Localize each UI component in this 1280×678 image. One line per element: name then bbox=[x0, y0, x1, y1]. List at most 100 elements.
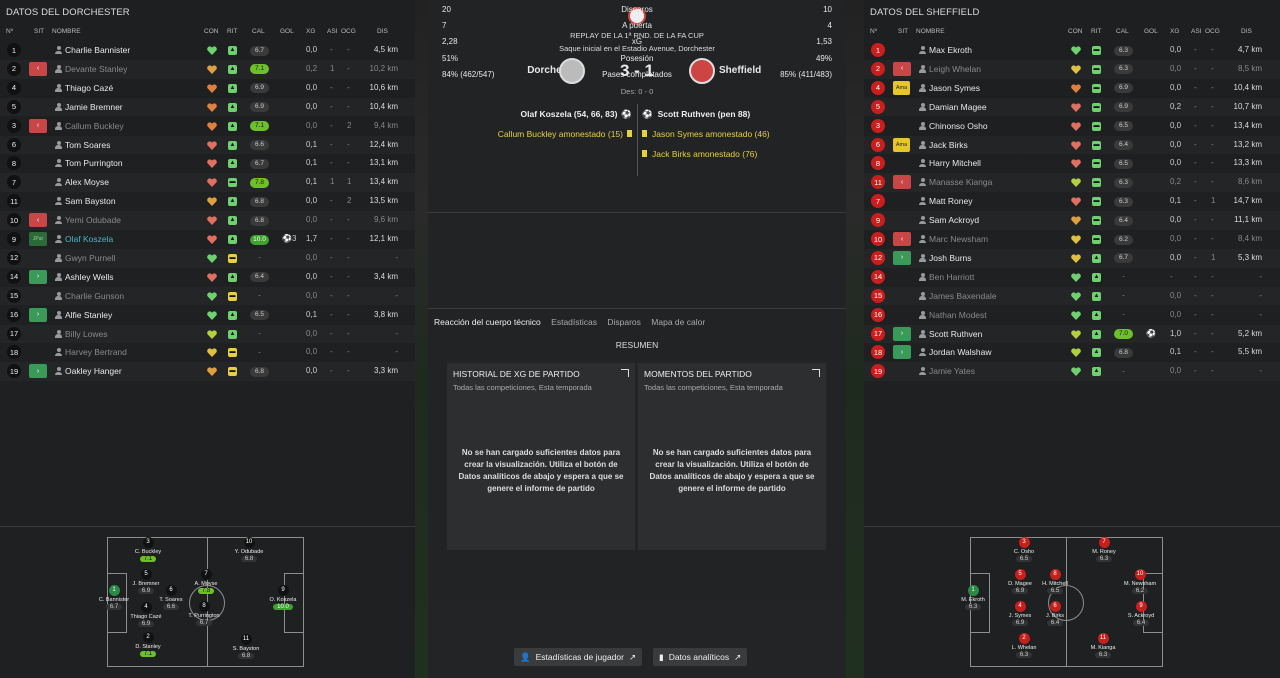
pitch-player[interactable]: 1 M. Ekroth 6.3 bbox=[948, 585, 998, 610]
player-name[interactable]: Billy Lowes bbox=[65, 329, 108, 339]
player-name[interactable]: Josh Burns bbox=[929, 253, 972, 263]
player-row[interactable]: 14 › Ashley Wells ▲ 6.4 0,0- -3,4 km bbox=[0, 268, 415, 287]
player-profile-icon[interactable] bbox=[919, 102, 926, 111]
player-row[interactable]: 7 Matt Roney ▬ 6.3 0,1-1 14,7 km bbox=[864, 192, 1280, 211]
col-ocg[interactable]: OCG bbox=[341, 28, 356, 35]
player-row[interactable]: 7 Alex Moyse ▬ 7.8 0,1 1 1 13,4 km bbox=[0, 173, 415, 192]
player-name[interactable]: Harry Mitchell bbox=[929, 158, 981, 168]
player-row[interactable]: 12 › Josh Burns ▲ 6.7 0,0-1 5,3 km bbox=[864, 249, 1280, 268]
player-row[interactable]: 4 Ama Jason Symes ▬ 6.9 0,0- -10,4 km bbox=[864, 79, 1280, 98]
col-con[interactable]: CON bbox=[1068, 28, 1082, 35]
player-profile-icon[interactable] bbox=[55, 140, 62, 149]
player-name[interactable]: Ben Harriott bbox=[929, 272, 974, 282]
player-profile-icon[interactable] bbox=[55, 102, 62, 111]
pitch-player[interactable]: 3 C. Buckley 7.1 bbox=[123, 537, 173, 562]
player-row[interactable]: 3 Chinonso Osho ▬ 6.5 0,0- -13,4 km bbox=[864, 117, 1280, 136]
player-profile-icon[interactable] bbox=[55, 83, 62, 92]
player-profile-icon[interactable] bbox=[919, 272, 926, 281]
player-name[interactable]: Tom Soares bbox=[65, 140, 110, 150]
player-name[interactable]: Jamie Yates bbox=[929, 366, 975, 376]
player-profile-icon[interactable] bbox=[55, 197, 62, 206]
col-gol[interactable]: GOL bbox=[1144, 28, 1158, 35]
player-row[interactable]: 8 Harry Mitchell ▬ 6.5 0,0- -13,3 km bbox=[864, 154, 1280, 173]
player-row[interactable]: 10 ‹ Marc Newsham ▬ 6.2 0,0- -8,4 km bbox=[864, 230, 1280, 249]
player-row[interactable]: 2 ‹ Leigh Whelan ▬ 6.3 0,0- -8,5 km bbox=[864, 60, 1280, 79]
col-dis[interactable]: DIS bbox=[1241, 28, 1252, 35]
player-row[interactable]: 10 ‹ Yemi Odubade ▲ 6.8 0,0- -9,6 km bbox=[0, 211, 415, 230]
col-name[interactable]: NOMBRE bbox=[52, 28, 81, 35]
player-row[interactable]: 6 Tom Soares ▲ 6.6 0,1- -12,4 km bbox=[0, 136, 415, 155]
player-row[interactable]: 1 Max Ekroth ▬ 6.3 0,0- -4,7 km bbox=[864, 41, 1280, 60]
player-row[interactable]: 12 Gwyn Purnell ▬ -0,0- - - bbox=[0, 249, 415, 268]
player-name[interactable]: Sam Ackroyd bbox=[929, 215, 979, 225]
player-row[interactable]: 9 Sam Ackroyd ▬ 6.4 0,0- -11,1 km bbox=[864, 211, 1280, 230]
player-name[interactable]: Jamie Bremner bbox=[65, 102, 123, 112]
player-profile-icon[interactable] bbox=[55, 291, 62, 300]
player-row[interactable]: 4 Thiago Cazé ▲ 6.9 0,0- -10,6 km bbox=[0, 79, 415, 98]
pitch-player[interactable]: 11 S. Bayston 6.8 bbox=[221, 634, 271, 659]
tab-stats[interactable]: Estadísticas bbox=[551, 317, 597, 327]
player-name[interactable]: Nathan Modest bbox=[929, 310, 987, 320]
col-dis[interactable]: DIS bbox=[377, 28, 388, 35]
player-row[interactable]: 18 Harvey Bertrand ▬ -0,0- - - bbox=[0, 343, 415, 362]
player-name[interactable]: Manasse Kianga bbox=[929, 177, 992, 187]
player-profile-icon[interactable] bbox=[919, 348, 926, 357]
col-num[interactable]: Nº bbox=[6, 28, 13, 35]
player-name[interactable]: Scott Ruthven bbox=[929, 329, 982, 339]
player-name[interactable]: Sam Bayston bbox=[65, 196, 116, 206]
col-sit[interactable]: SIT bbox=[898, 28, 908, 35]
player-row[interactable]: 16 Nathan Modest ▲ -0,0- - - bbox=[864, 306, 1280, 325]
player-profile-icon[interactable] bbox=[919, 310, 926, 319]
player-profile-icon[interactable] bbox=[919, 121, 926, 130]
player-profile-icon[interactable] bbox=[55, 235, 62, 243]
player-profile-icon[interactable] bbox=[55, 64, 62, 73]
player-profile-icon[interactable] bbox=[55, 253, 62, 262]
tab-shots[interactable]: Disparos bbox=[607, 317, 641, 327]
col-xg[interactable]: XG bbox=[1170, 28, 1179, 35]
player-row[interactable]: 16 › Alfie Stanley ▲ 6.5 0,1- -3,8 km bbox=[0, 306, 415, 325]
player-profile-icon[interactable] bbox=[55, 310, 62, 319]
pitch-player[interactable]: 3 C. Osho 6.5 bbox=[999, 537, 1049, 562]
col-rit[interactable]: RIT bbox=[227, 28, 237, 35]
tab-staff-reaction[interactable]: Reacción del cuerpo técnico bbox=[434, 317, 541, 327]
player-profile-icon[interactable] bbox=[919, 178, 926, 187]
col-asi[interactable]: ASI bbox=[327, 28, 337, 35]
player-row[interactable]: 14 Ben Harriott ▲ - - - - - bbox=[864, 268, 1280, 287]
player-row[interactable]: 1 Charlie Bannister ▲ 6.7 0,0- -4,5 km bbox=[0, 41, 415, 60]
player-name[interactable]: James Baxendale bbox=[929, 291, 997, 301]
player-profile-icon[interactable] bbox=[55, 272, 62, 281]
player-row[interactable]: 5 Damian Magee ▬ 6.9 0,2- -10,7 km bbox=[864, 98, 1280, 117]
player-profile-icon[interactable] bbox=[919, 197, 926, 206]
pitch-player[interactable]: 9 O. Koszela 10.0 bbox=[258, 585, 308, 610]
player-profile-icon[interactable] bbox=[919, 216, 926, 225]
player-row[interactable]: 19 › Oakley Hanger ▬ 6.8 0,0- -3,3 km bbox=[0, 362, 415, 381]
player-name[interactable]: Matt Roney bbox=[929, 196, 972, 206]
pitch-player[interactable]: 8 H. Mitchell 6.5 bbox=[1030, 569, 1080, 594]
player-profile-icon[interactable] bbox=[919, 235, 926, 243]
expand-icon[interactable] bbox=[812, 369, 820, 377]
player-row[interactable]: 11 Sam Bayston ▲ 6.8 0,0-2 13,5 km bbox=[0, 192, 415, 211]
player-row[interactable]: 17 › Scott Ruthven ▲ 7.0 ⚽ 1,0- -5,2 km bbox=[864, 325, 1280, 344]
col-name[interactable]: NOMBRE bbox=[916, 28, 945, 35]
pitch-player[interactable]: 10 Y. Odubade 6.8 bbox=[224, 537, 274, 562]
player-row[interactable]: 9 JPar Olaf Koszela ▲ 10.0 ⚽3 1,7- -12,1 km bbox=[0, 230, 415, 249]
player-stats-button[interactable]: 👤 Estadísticas de jugador ↗ bbox=[514, 648, 643, 666]
player-profile-icon[interactable] bbox=[55, 159, 62, 168]
player-row[interactable]: 11 ‹ Manasse Kianga ▬ 6.3 0,2- -8,6 km bbox=[864, 173, 1280, 192]
pitch-player[interactable]: 8 T. Purrington 6.7 bbox=[179, 601, 229, 626]
player-row[interactable]: 15 Charlie Gunson ▬ -0,0- - - bbox=[0, 287, 415, 306]
player-name[interactable]: Ashley Wells bbox=[65, 272, 114, 282]
player-name[interactable]: Jack Birks bbox=[929, 140, 968, 150]
player-row[interactable]: 2 ‹ Devante Stanley ▲ 7.1 0,2 1-10,2 km bbox=[0, 60, 415, 79]
player-profile-icon[interactable] bbox=[55, 367, 62, 376]
pitch-player[interactable]: 2 L. Whelan 6.3 bbox=[999, 633, 1049, 658]
player-name[interactable]: Alfie Stanley bbox=[65, 310, 112, 320]
player-name[interactable]: Harvey Bertrand bbox=[65, 347, 127, 357]
player-row[interactable]: 6 Ama Jack Birks ▬ 6.4 0,0- -13,2 km bbox=[864, 136, 1280, 155]
player-row[interactable]: 8 Tom Purrington ▲ 6.7 0,1- -13,1 km bbox=[0, 154, 415, 173]
player-name[interactable]: Damian Magee bbox=[929, 102, 987, 112]
player-name[interactable]: Olaf Koszela bbox=[65, 234, 113, 244]
player-name[interactable]: Charlie Bannister bbox=[65, 45, 130, 55]
player-row[interactable]: 3 ‹ Callum Buckley ▲ 7.1 0,0-2 9,4 km bbox=[0, 117, 415, 136]
player-row[interactable]: 18 › Jordan Walshaw ▲ 6.8 0,1- -5,5 km bbox=[864, 343, 1280, 362]
